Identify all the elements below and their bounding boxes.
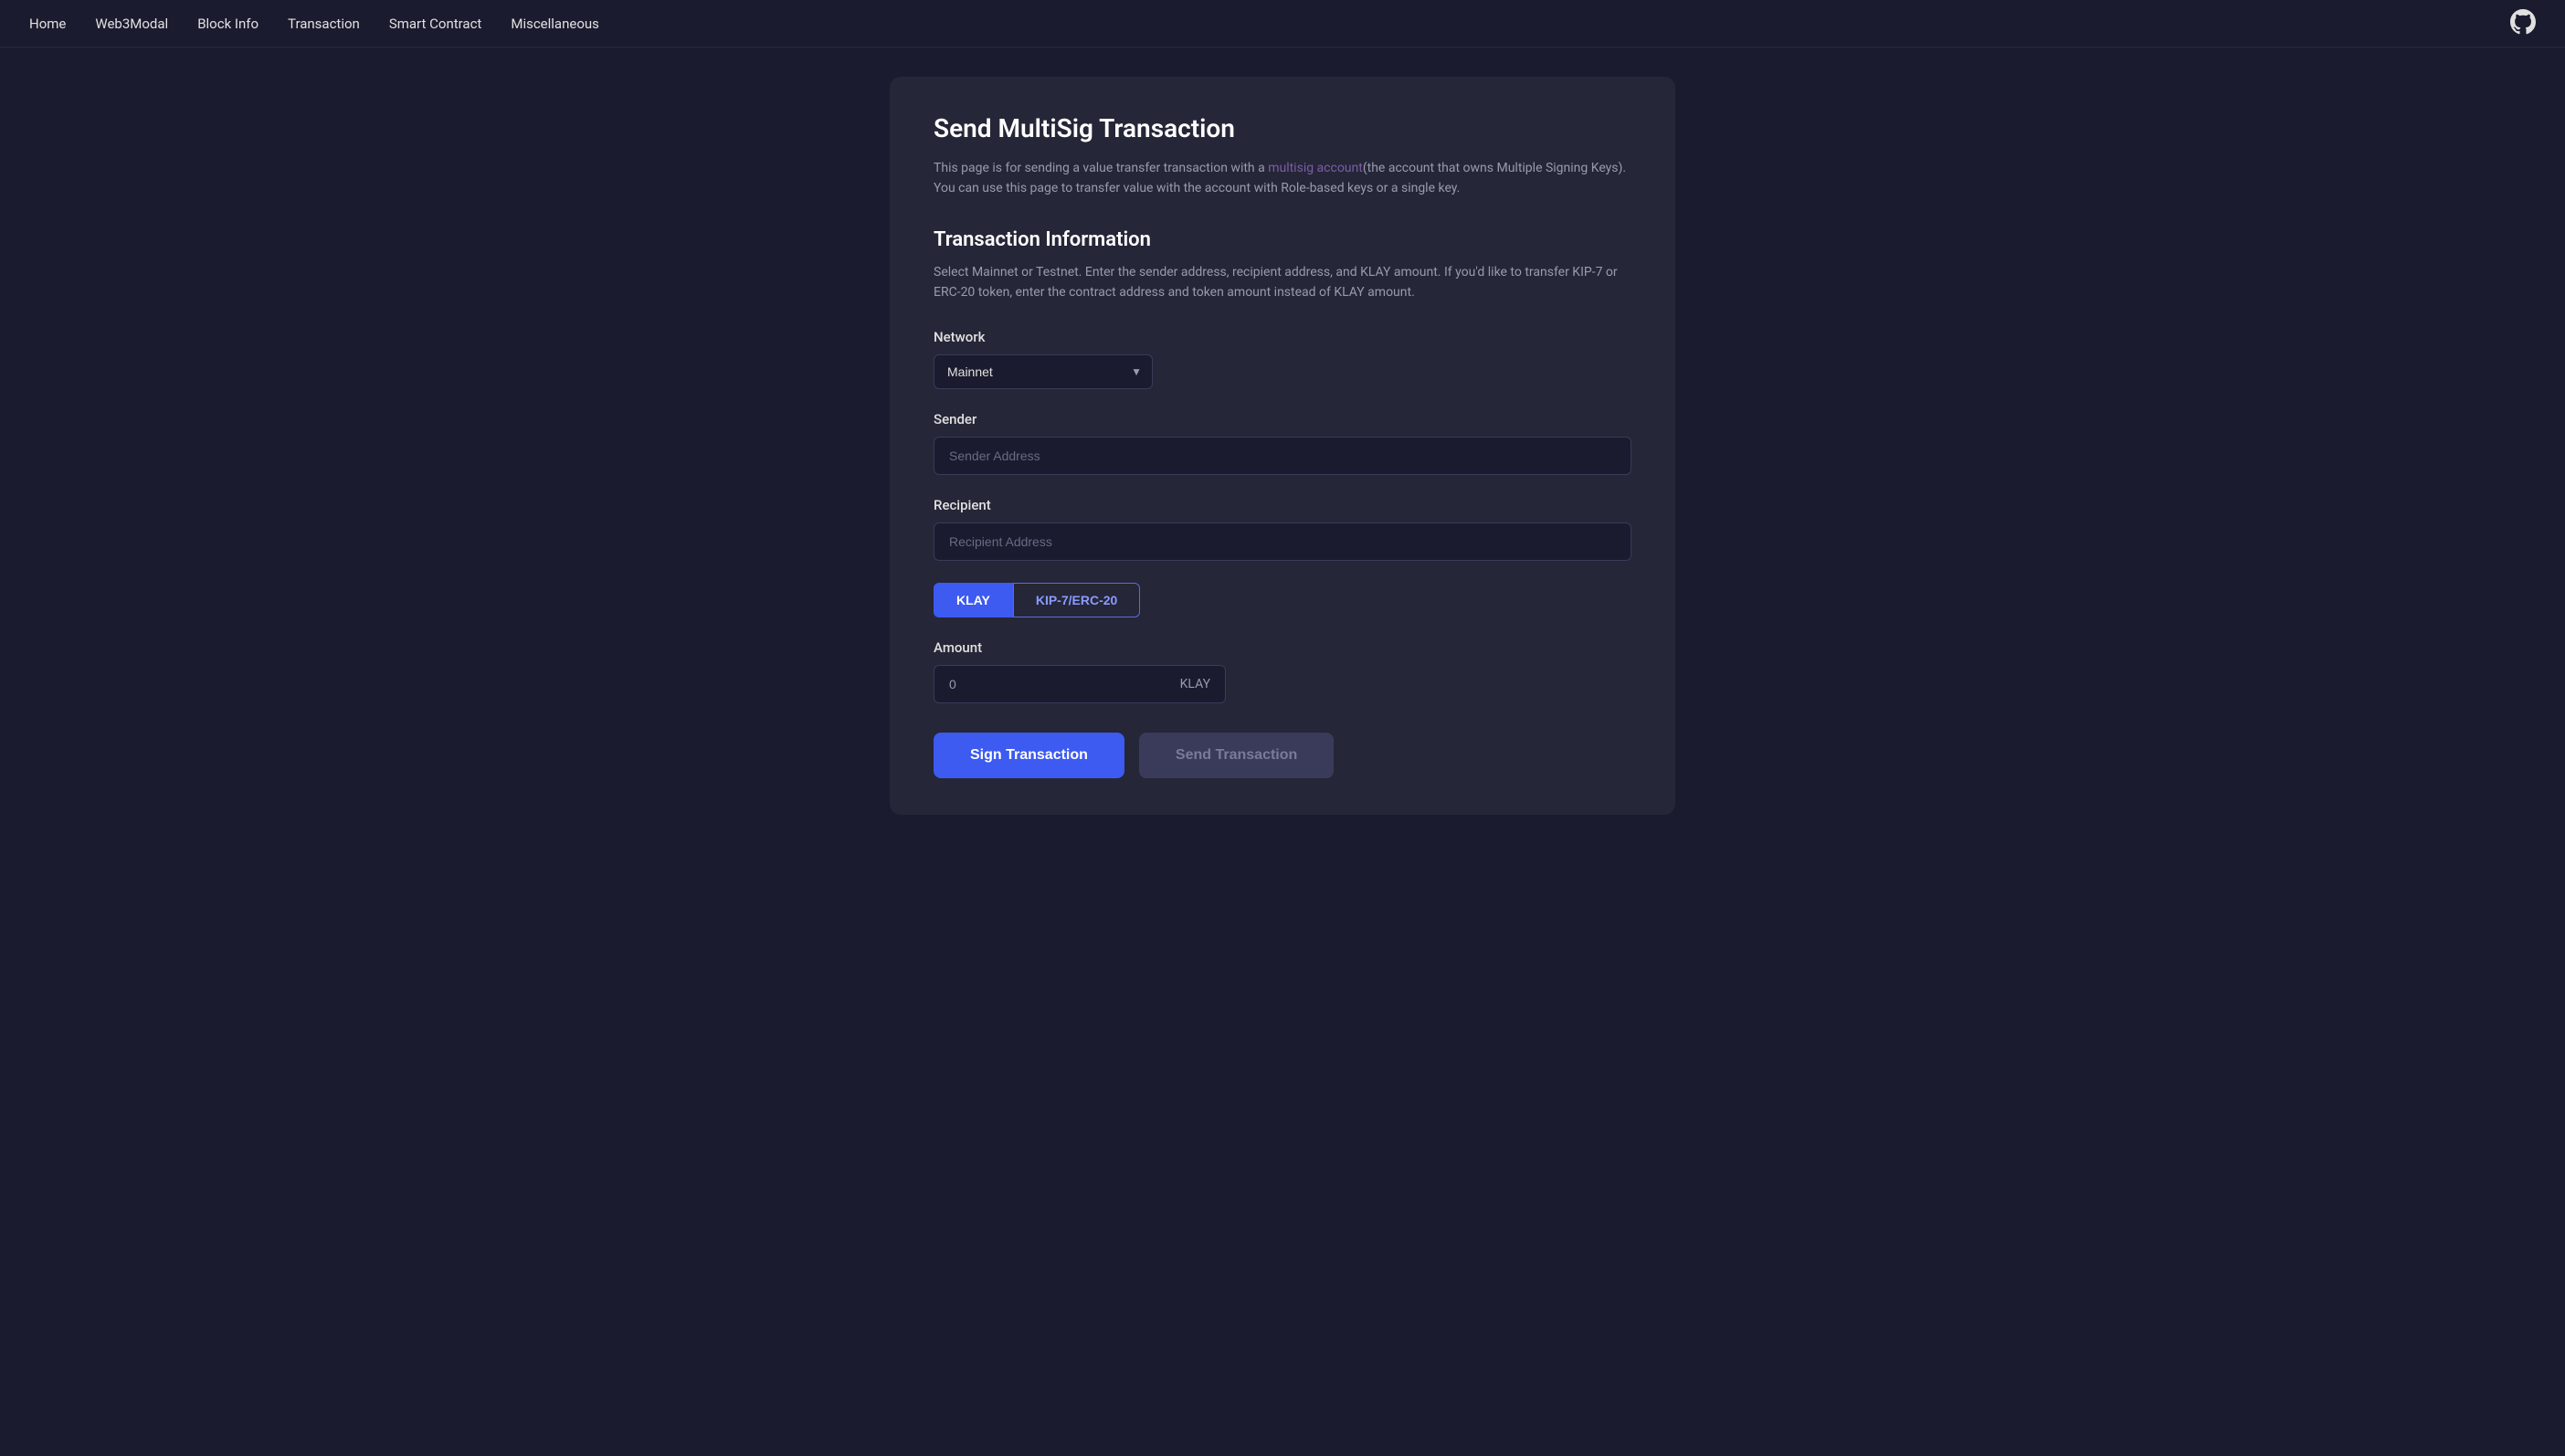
nav-web3modal[interactable]: Web3Modal — [95, 16, 168, 32]
amount-row: KLAY — [934, 665, 1226, 703]
page-description: This page is for sending a value transfe… — [934, 158, 1631, 199]
network-label: Network — [934, 329, 1631, 345]
actions-row: Sign Transaction Send Transaction — [934, 733, 1631, 778]
token-type-selector: KLAY KIP-7/ERC-20 — [934, 583, 1631, 617]
github-link[interactable] — [2510, 9, 2536, 38]
network-field-group: Network Mainnet Testnet ▼ — [934, 329, 1631, 389]
nav-miscellaneous[interactable]: Miscellaneous — [511, 16, 599, 32]
section-title: Transaction Information — [934, 228, 1631, 251]
recipient-field-group: Recipient — [934, 497, 1631, 561]
nav-block-info[interactable]: Block Info — [197, 16, 259, 32]
nav-smart-contract[interactable]: Smart Contract — [389, 16, 482, 32]
amount-field-group: Amount KLAY — [934, 639, 1631, 703]
send-transaction-button[interactable]: Send Transaction — [1139, 733, 1334, 778]
main-content: Send MultiSig Transaction This page is f… — [0, 47, 2565, 844]
description-before-link: This page is for sending a value transfe… — [934, 161, 1268, 175]
amount-unit-label: KLAY — [1166, 665, 1226, 703]
sender-input[interactable] — [934, 437, 1631, 475]
network-select-wrapper: Mainnet Testnet ▼ — [934, 354, 1153, 389]
sign-transaction-button[interactable]: Sign Transaction — [934, 733, 1124, 778]
nav-transaction[interactable]: Transaction — [288, 16, 360, 32]
nav-home[interactable]: Home — [29, 16, 66, 32]
kip-token-button[interactable]: KIP-7/ERC-20 — [1013, 583, 1140, 617]
amount-input-wrapper — [934, 665, 1166, 703]
page-title: Send MultiSig Transaction — [934, 113, 1631, 143]
recipient-label: Recipient — [934, 497, 1631, 513]
klay-token-button[interactable]: KLAY — [934, 583, 1013, 617]
amount-label: Amount — [934, 639, 1631, 656]
sender-label: Sender — [934, 411, 1631, 427]
section-description: Select Mainnet or Testnet. Enter the sen… — [934, 262, 1631, 303]
card: Send MultiSig Transaction This page is f… — [890, 77, 1675, 815]
network-select[interactable]: Mainnet Testnet — [934, 354, 1153, 389]
multisig-link[interactable]: multisig account — [1268, 161, 1363, 175]
sender-field-group: Sender — [934, 411, 1631, 475]
recipient-input[interactable] — [934, 522, 1631, 561]
amount-input[interactable] — [934, 665, 1166, 703]
github-icon — [2510, 9, 2536, 35]
navbar: Home Web3Modal Block Info Transaction Sm… — [0, 0, 2565, 47]
nav-links: Home Web3Modal Block Info Transaction Sm… — [29, 16, 599, 32]
